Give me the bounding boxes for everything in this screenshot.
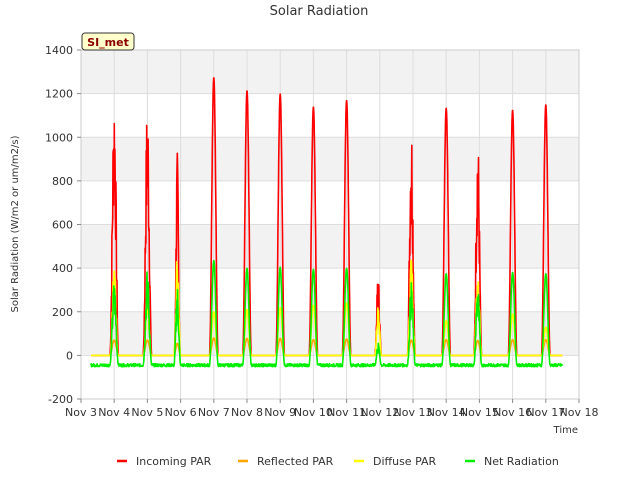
x-tick-label: Nov 3 xyxy=(65,406,97,419)
y-tick-label: 0 xyxy=(66,349,73,362)
y-tick-label: 1400 xyxy=(45,44,73,57)
legend-entry: Net Radiation xyxy=(484,455,559,468)
x-tick-label: Nov 5 xyxy=(131,406,163,419)
y-tick-label: 1000 xyxy=(45,131,73,144)
site-badge-label: SI_met xyxy=(87,36,129,49)
y-tick-label: -200 xyxy=(48,393,73,406)
y-tick-label: 1200 xyxy=(45,88,73,101)
site-badge: SI_met xyxy=(81,32,135,51)
legend-entry: Reflected PAR xyxy=(257,455,334,468)
y-tick-label: 200 xyxy=(52,306,73,319)
x-tick-label: Nov 18 xyxy=(560,406,599,419)
y-axis-label: Solar Radiation (W/m2 or um/m2/s) xyxy=(10,135,21,312)
x-axis-label: Time xyxy=(553,425,578,436)
x-tick-label: Nov 6 xyxy=(165,406,197,419)
y-tick-label: 600 xyxy=(52,219,73,232)
y-tick-label: 400 xyxy=(52,262,73,275)
y-tick-label: 800 xyxy=(52,175,73,188)
plot-band xyxy=(81,50,579,94)
x-tick-label: Nov 7 xyxy=(198,406,230,419)
plot-band xyxy=(81,311,579,356)
x-tick-label: Nov 4 xyxy=(98,406,130,419)
plot-band xyxy=(81,137,579,181)
x-tick-label: Nov 9 xyxy=(264,406,296,419)
chart-title: Solar Radiation xyxy=(270,4,369,19)
legend-entry: Incoming PAR xyxy=(136,455,212,468)
solar-radiation-chart: Solar Radiation -200 0 200 400 600 800 1000 120… xyxy=(0,0,640,480)
plot-band xyxy=(81,224,579,269)
x-tick-label: Nov 8 xyxy=(231,406,263,419)
legend-entry: Diffuse PAR xyxy=(373,455,437,468)
